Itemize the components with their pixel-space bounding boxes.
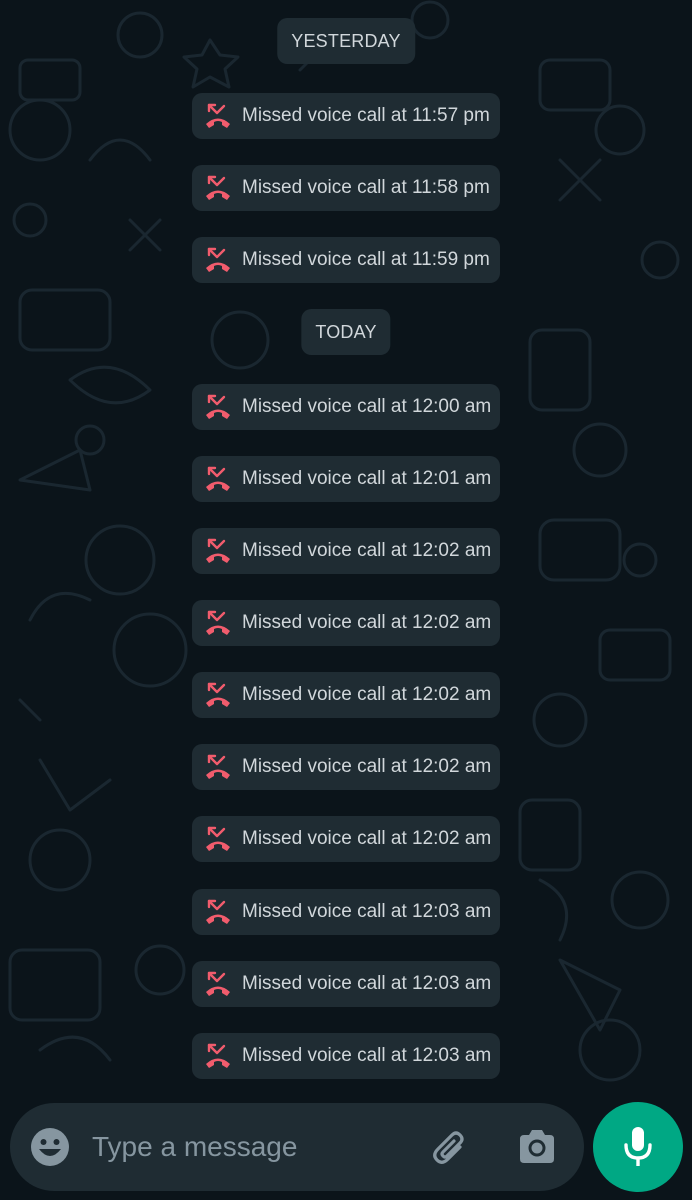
- missed-call-text: Missed voice call at 11:58 pm: [242, 177, 490, 198]
- microphone-icon: [624, 1127, 652, 1166]
- missed-call-text: Missed voice call at 12:00 am: [242, 396, 492, 417]
- missed-call-icon: [206, 826, 230, 851]
- missed-call-icon: [206, 538, 230, 563]
- missed-call-icon: [206, 1043, 230, 1068]
- missed-call-bubble[interactable]: Missed voice call at 12:00 am: [192, 384, 500, 430]
- missed-call-icon: [206, 394, 230, 419]
- missed-call-text: Missed voice call at 12:03 am: [242, 1045, 492, 1066]
- missed-call-text: Missed voice call at 11:59 pm: [242, 249, 490, 270]
- missed-call-bubble[interactable]: Missed voice call at 12:03 am: [192, 889, 500, 935]
- missed-call-icon: [206, 466, 230, 491]
- message-composer: [10, 1103, 584, 1191]
- missed-call-text: Missed voice call at 12:02 am: [242, 612, 492, 633]
- missed-call-icon: [206, 175, 230, 200]
- missed-call-text: Missed voice call at 11:57 pm: [242, 105, 490, 126]
- missed-call-icon: [206, 754, 230, 779]
- camera-icon[interactable]: [516, 1127, 558, 1167]
- missed-call-bubble[interactable]: Missed voice call at 12:02 am: [192, 600, 500, 646]
- missed-call-bubble[interactable]: Missed voice call at 12:02 am: [192, 528, 500, 574]
- missed-call-bubble[interactable]: Missed voice call at 11:59 pm: [192, 237, 500, 283]
- date-separator-yesterday: YESTERDAY: [277, 18, 415, 64]
- missed-call-text: Missed voice call at 12:02 am: [242, 828, 492, 849]
- missed-call-text: Missed voice call at 12:03 am: [242, 901, 492, 922]
- missed-call-text: Missed voice call at 12:03 am: [242, 973, 492, 994]
- missed-call-bubble[interactable]: Missed voice call at 12:02 am: [192, 816, 500, 862]
- missed-call-bubble[interactable]: Missed voice call at 11:58 pm: [192, 165, 500, 211]
- microphone-button[interactable]: [593, 1102, 683, 1192]
- message-list[interactable]: YESTERDAY Missed voice call at 11:57 pm …: [0, 0, 692, 1100]
- missed-call-bubble[interactable]: Missed voice call at 12:02 am: [192, 672, 500, 718]
- attach-icon[interactable]: [430, 1127, 472, 1169]
- missed-call-bubble[interactable]: Missed voice call at 12:01 am: [192, 456, 500, 502]
- missed-call-text: Missed voice call at 12:01 am: [242, 468, 492, 489]
- date-separator-today: TODAY: [301, 309, 391, 355]
- missed-call-text: Missed voice call at 12:02 am: [242, 540, 492, 561]
- missed-call-text: Missed voice call at 12:02 am: [242, 756, 492, 777]
- missed-call-icon: [206, 103, 230, 128]
- missed-call-bubble[interactable]: Missed voice call at 12:02 am: [192, 744, 500, 790]
- message-input[interactable]: [92, 1125, 412, 1169]
- emoji-icon[interactable]: [30, 1127, 70, 1167]
- missed-call-icon: [206, 610, 230, 635]
- missed-call-text: Missed voice call at 12:02 am: [242, 684, 492, 705]
- missed-call-bubble[interactable]: Missed voice call at 12:03 am: [192, 1033, 500, 1079]
- missed-call-bubble[interactable]: Missed voice call at 12:03 am: [192, 961, 500, 1007]
- missed-call-icon: [206, 971, 230, 996]
- missed-call-icon: [206, 899, 230, 924]
- missed-call-icon: [206, 247, 230, 272]
- missed-call-icon: [206, 682, 230, 707]
- missed-call-bubble[interactable]: Missed voice call at 11:57 pm: [192, 93, 500, 139]
